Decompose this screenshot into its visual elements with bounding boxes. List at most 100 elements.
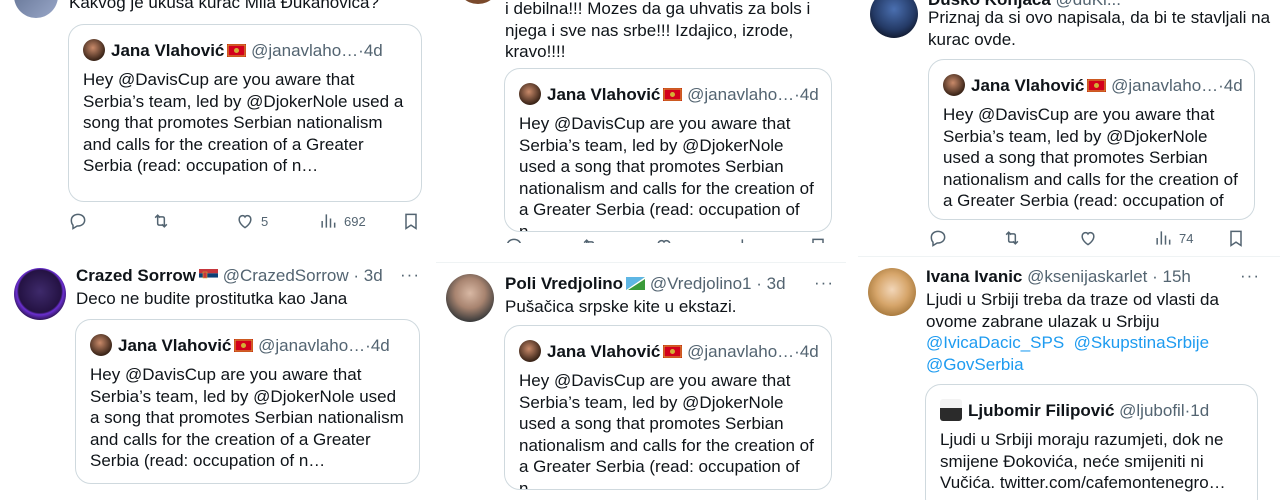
quote-time: 4d bbox=[799, 342, 819, 361]
more-icon[interactable]: ··· bbox=[1240, 267, 1260, 284]
tweet-text-line: Ljudi u Srbiji treba da traze od vlasti … bbox=[926, 290, 1219, 309]
tweet-text: Deco ne budite prostitutka kao Jana bbox=[76, 289, 348, 308]
quote-time: 4d bbox=[370, 336, 390, 355]
like-count: 5 bbox=[261, 213, 269, 229]
reply-button[interactable] bbox=[504, 236, 524, 243]
like-button[interactable]: 5 bbox=[235, 211, 268, 231]
tweet-ivana-ivanic[interactable]: Ivana Ivanic @ksenijaskarlet · 15h ··· L… bbox=[858, 256, 1280, 500]
bookmark-icon bbox=[405, 213, 417, 230]
tweet-header: Poli Vredjolino @Vredjolino1 · 3d bbox=[505, 274, 786, 293]
tweet-text: Kakvog je ukusa kurac Mila Đukanovića? bbox=[69, 0, 379, 12]
tweet-time[interactable]: 15h bbox=[1162, 267, 1190, 286]
quote-author-name: Jana Vlahović bbox=[111, 41, 225, 60]
like-icon bbox=[238, 214, 252, 229]
quote-time: 1d bbox=[1190, 401, 1210, 420]
tweet-actions: 5 692 bbox=[68, 211, 424, 235]
tweet-header: Crazed Sorrow @CrazedSorrow · 3d bbox=[76, 266, 383, 285]
views-count: 74 bbox=[1179, 230, 1194, 246]
reply-icon bbox=[930, 230, 946, 247]
author-name[interactable]: Crazed Sorrow bbox=[76, 266, 196, 285]
like-button[interactable] bbox=[654, 236, 674, 243]
avatar[interactable] bbox=[870, 0, 918, 38]
reply-icon bbox=[70, 213, 86, 230]
more-icon[interactable]: ··· bbox=[814, 274, 834, 291]
tweet-time[interactable]: 3d bbox=[364, 266, 383, 285]
tweet-text: i debilna!!! Mozes da ga uhvatis za bols… bbox=[505, 0, 811, 61]
tweet-top[interactable]: Duško Konjača @duKi... Priznaj da si ovo… bbox=[858, 0, 1280, 248]
quote-author-name: Ljubomir Filipović bbox=[968, 401, 1115, 420]
montenegro-flag-icon bbox=[1087, 79, 1107, 92]
quoted-tweet[interactable]: Ljubomir Filipović @ljubofil·1d Ljudi u … bbox=[925, 384, 1258, 500]
avatar bbox=[519, 340, 541, 362]
tweet-header: Ivana Ivanic @ksenijaskarlet · 15h bbox=[926, 267, 1191, 286]
views-button[interactable] bbox=[734, 236, 754, 243]
quoted-tweet[interactable]: Jana Vlahović @janavlaho…·4d Hey @DavisC… bbox=[68, 24, 422, 202]
quote-text: Hey @DavisCup are you aware that Serbia’… bbox=[83, 70, 404, 175]
retweet-icon bbox=[154, 214, 168, 228]
author-name[interactable]: Ivana Ivanic bbox=[926, 267, 1022, 286]
quote-text: Hey @DavisCup are you aware that Serbia’… bbox=[943, 105, 1238, 219]
tweet-text-line: ovome zabrane ulazak u Srbiju bbox=[926, 311, 1160, 331]
retweet-button[interactable] bbox=[151, 211, 171, 231]
tweet-top[interactable]: i debilna!!! Mozes da ga uhvatis za bols… bbox=[436, 0, 846, 243]
mention-link[interactable]: @IvicaDacic_SPS bbox=[926, 333, 1064, 352]
quoted-tweet[interactable]: Jana Vlahović @janavlaho…·4d Hey @DavisC… bbox=[504, 68, 832, 232]
reply-icon bbox=[507, 238, 521, 243]
avatar[interactable] bbox=[14, 268, 66, 320]
avatar[interactable] bbox=[14, 0, 58, 18]
reply-button[interactable] bbox=[68, 211, 88, 231]
tweet-top[interactable]: Kakvog je ukusa kurac Mila Đukanovića? J… bbox=[0, 0, 428, 248]
bookmark-button[interactable] bbox=[1226, 228, 1246, 248]
reply-button[interactable] bbox=[928, 228, 948, 248]
quote-author-handle: @janavlaho… bbox=[258, 336, 366, 355]
views-button[interactable]: 692 bbox=[318, 211, 366, 231]
avatar bbox=[943, 74, 965, 96]
tweet-actions bbox=[504, 236, 834, 243]
tweet-time[interactable]: 3d bbox=[767, 274, 786, 293]
retweet-icon bbox=[1005, 231, 1019, 245]
avatar bbox=[519, 83, 541, 105]
serbia-flag-icon bbox=[198, 269, 218, 282]
bookmark-button[interactable] bbox=[401, 211, 421, 231]
views-icon bbox=[1156, 231, 1171, 245]
quote-text: Hey @DavisCup are you aware that Serbia’… bbox=[90, 365, 404, 470]
quote-author-name: Jana Vlahović bbox=[118, 336, 232, 355]
avatar[interactable] bbox=[446, 274, 494, 322]
quoted-tweet[interactable]: Jana Vlahović @janavlaho…·4d Hey @DavisC… bbox=[75, 319, 420, 484]
mention-link[interactable]: @SkupstinaSrbije bbox=[1074, 333, 1209, 352]
like-icon bbox=[1081, 231, 1095, 246]
tweet-crazed-sorrow[interactable]: Crazed Sorrow @CrazedSorrow · 3d ··· Dec… bbox=[0, 256, 428, 500]
quoted-tweet[interactable]: Jana Vlahović @janavlaho…·4d Hey @DavisC… bbox=[504, 325, 832, 490]
quote-header: Jana Vlahović @janavlaho…·4d bbox=[519, 83, 819, 105]
montenegro-flag-icon bbox=[663, 88, 683, 101]
bookmark-button[interactable] bbox=[808, 236, 828, 243]
like-button[interactable] bbox=[1078, 228, 1098, 248]
column-2: i debilna!!! Mozes da ga uhvatis za bols… bbox=[436, 0, 846, 500]
avatar[interactable] bbox=[868, 268, 916, 316]
retweet-button[interactable] bbox=[580, 236, 600, 243]
quote-author-name: Jana Vlahović bbox=[547, 342, 661, 361]
mention-link[interactable]: @GovSerbia bbox=[926, 355, 1024, 374]
montenegro-flag-icon bbox=[663, 345, 683, 358]
author-handle[interactable]: @Vredjolino1 bbox=[650, 274, 752, 293]
quoted-tweet[interactable]: Jana Vlahović @janavlaho…·4d Hey @DavisC… bbox=[928, 59, 1255, 220]
quote-author-handle: @janavlaho… bbox=[687, 85, 795, 104]
views-button[interactable]: 74 bbox=[1153, 228, 1193, 248]
avatar bbox=[83, 39, 105, 61]
views-count: 692 bbox=[344, 213, 366, 229]
quote-author-name: Jana Vlahović bbox=[971, 76, 1085, 95]
author-handle[interactable]: @CrazedSorrow bbox=[223, 266, 349, 285]
views-icon bbox=[321, 214, 336, 228]
avatar[interactable] bbox=[456, 0, 500, 4]
tweet-poli-vredjolino[interactable]: Poli Vredjolino @Vredjolino1 · 3d ··· Pu… bbox=[436, 262, 846, 500]
quote-header: Jana Vlahović @janavlaho…·4d bbox=[943, 74, 1242, 96]
quote-author-handle: @janavlaho… bbox=[687, 342, 795, 361]
views-icon bbox=[741, 239, 744, 243]
author-name[interactable]: Poli Vredjolino bbox=[505, 274, 623, 293]
quote-author-handle: @janavlaho… bbox=[251, 41, 359, 60]
quote-author-name: Jana Vlahović bbox=[547, 85, 661, 104]
more-icon[interactable]: ··· bbox=[400, 266, 420, 283]
retweet-button[interactable] bbox=[1002, 228, 1022, 248]
author-handle[interactable]: @ksenijaskarlet bbox=[1027, 267, 1147, 286]
tweet-actions: 74 bbox=[928, 228, 1248, 248]
